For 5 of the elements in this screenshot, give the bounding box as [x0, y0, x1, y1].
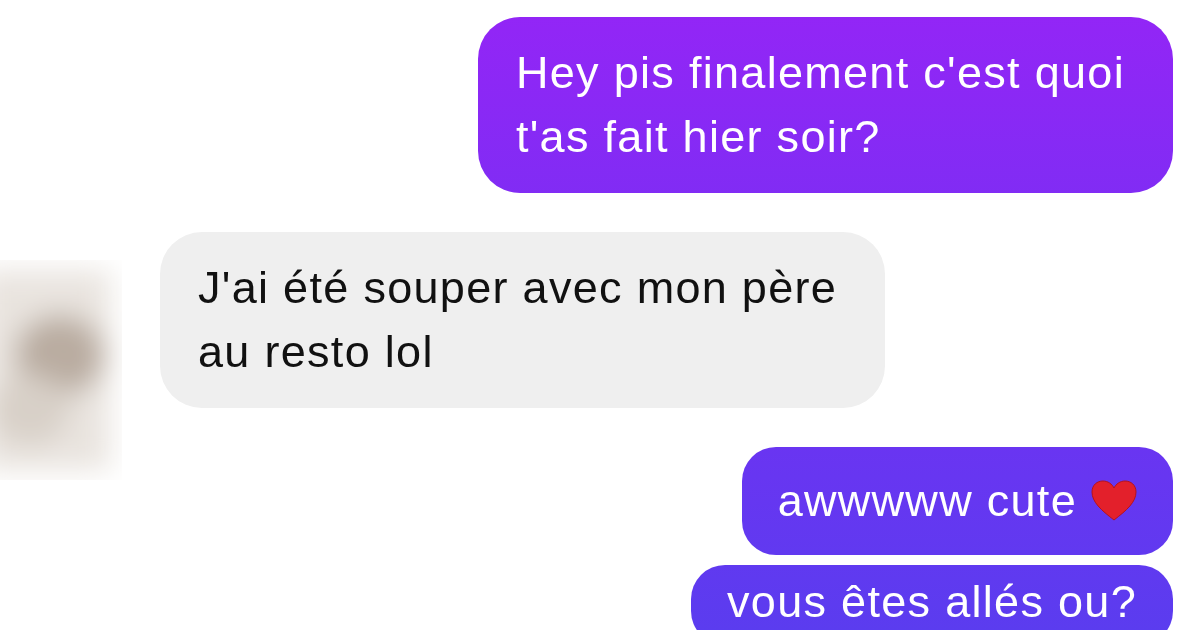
message-text: Hey pis finalement c'est quoi t'as fait hier soir?: [515, 46, 1125, 164]
message-text: vous êtes allés ou?: [727, 577, 1137, 627]
heart-icon: [1091, 480, 1137, 522]
message-text: awwwww cute: [777, 474, 1077, 528]
message-text: J'ai été souper avec mon père au resto lol: [198, 261, 838, 379]
